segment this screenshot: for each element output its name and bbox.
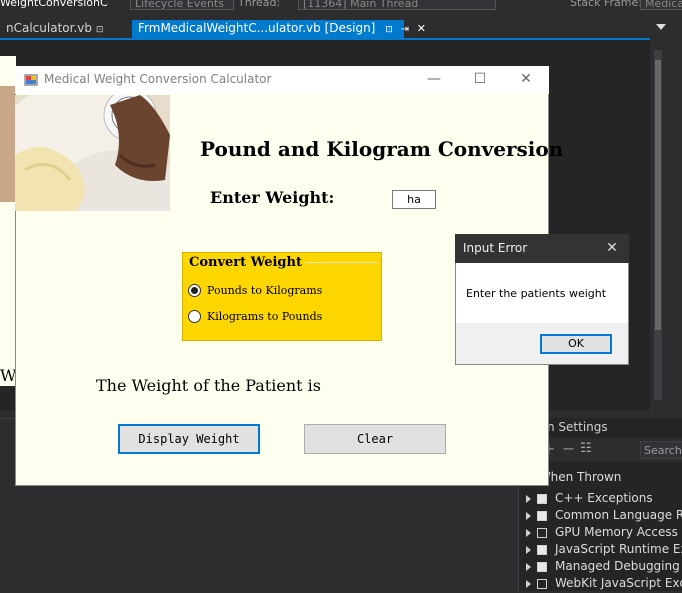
- form-title: Medical Weight Conversion Calculator: [44, 72, 272, 86]
- tab-form-designer[interactable]: FrmMedicalWeightC...ulator.vb [Design] ⊡…: [132, 20, 426, 38]
- pin-icon[interactable]: ⊡: [96, 25, 104, 35]
- tab-overflow-icon[interactable]: [656, 24, 666, 30]
- result-label: The Weight of the Patient is: [96, 376, 321, 395]
- stack-frame-label: Stack Frame:: [570, 0, 642, 9]
- exception-row[interactable]: JavaScript Runtime Exc: [526, 542, 682, 559]
- remove-icon[interactable]: −: [562, 439, 575, 458]
- dialog-message: Enter the patients weight: [466, 287, 607, 300]
- behind-label-fragment: W: [0, 366, 17, 385]
- expand-arrow-icon[interactable]: [526, 545, 531, 554]
- expand-arrow-icon[interactable]: [526, 579, 531, 588]
- radio-pounds-to-kilograms[interactable]: [188, 284, 201, 297]
- exception-search-input[interactable]: Search: [640, 441, 682, 459]
- page-heading: Pound and Kilogram Conversion: [200, 137, 564, 161]
- clear-button[interactable]: Clear: [304, 424, 446, 454]
- exception-checkbox[interactable]: [537, 527, 547, 538]
- exception-label: Managed Debugging A: [555, 559, 682, 573]
- exception-label: C++ Exceptions: [555, 491, 653, 505]
- close-icon[interactable]: ✕: [604, 240, 620, 256]
- close-icon[interactable]: ✕: [417, 22, 426, 35]
- expand-arrow-icon[interactable]: [526, 562, 531, 571]
- expand-arrow-icon[interactable]: [526, 494, 531, 503]
- weight-input[interactable]: ha: [392, 190, 436, 209]
- ide-toolbar: WeightConversionC Lifecycle Events Threa…: [0, 0, 682, 16]
- behind-photo: [0, 86, 15, 202]
- maximize-icon[interactable]: ☐: [470, 70, 490, 88]
- minimize-icon[interactable]: —: [424, 70, 444, 88]
- exception-row[interactable]: C++ Exceptions: [526, 491, 653, 508]
- exception-label: JavaScript Runtime Exc: [555, 542, 682, 556]
- exception-checkbox[interactable]: [537, 578, 547, 589]
- exception-label: GPU Memory Access E: [555, 525, 682, 539]
- scale-photo: [15, 95, 170, 211]
- display-weight-button[interactable]: Display Weight: [118, 424, 260, 454]
- radio-pounds-label[interactable]: Pounds to Kilograms: [207, 284, 322, 297]
- exception-checkbox[interactable]: [537, 493, 547, 504]
- exception-checkbox[interactable]: [537, 544, 547, 555]
- radio-kilograms-to-pounds[interactable]: [188, 310, 201, 323]
- ok-button[interactable]: OK: [540, 334, 612, 354]
- expand-arrow-icon[interactable]: [526, 528, 531, 537]
- expand-arrow-icon[interactable]: [526, 511, 531, 520]
- thread-dropdown[interactable]: [11364] Main Thread: [298, 0, 496, 10]
- thread-label: Thread:: [238, 0, 281, 9]
- close-icon[interactable]: ✕: [516, 70, 536, 88]
- keep-open-icon[interactable]: ⇥: [401, 24, 409, 35]
- exception-checkbox[interactable]: [537, 561, 547, 572]
- exception-label: WebKit JavaScript Exce: [555, 576, 682, 590]
- enter-weight-label: Enter Weight:: [210, 188, 335, 207]
- exception-row[interactable]: Common Language Ru: [526, 508, 682, 525]
- project-name: WeightConversionC: [0, 0, 108, 9]
- scrollbar-thumb[interactable]: [655, 60, 661, 330]
- tab-calculator-code[interactable]: nCalculator.vb ⊡: [0, 20, 132, 38]
- tab-label: nCalculator.vb: [6, 21, 92, 35]
- stack-frame-dropdown[interactable]: Medica: [640, 0, 682, 10]
- tab-label: FrmMedicalWeightC...ulator.vb [Design]: [138, 21, 376, 35]
- radio-kilograms-label[interactable]: Kilograms to Pounds: [207, 310, 322, 323]
- dialog-title: Input Error: [463, 241, 528, 255]
- exception-checkbox[interactable]: [537, 510, 547, 521]
- lifecycle-events-dropdown[interactable]: Lifecycle Events: [130, 0, 234, 10]
- exception-row[interactable]: Managed Debugging A: [526, 559, 682, 576]
- pin-icon[interactable]: ⊡: [385, 25, 393, 35]
- exception-label: Common Language Ru: [555, 508, 682, 522]
- exception-row[interactable]: GPU Memory Access E: [526, 525, 682, 542]
- exception-row[interactable]: WebKit JavaScript Exce: [526, 576, 682, 593]
- app-icon: [24, 72, 38, 86]
- groupbox-title: Convert Weight: [189, 255, 305, 270]
- filter-list-icon[interactable]: ☷: [580, 441, 592, 456]
